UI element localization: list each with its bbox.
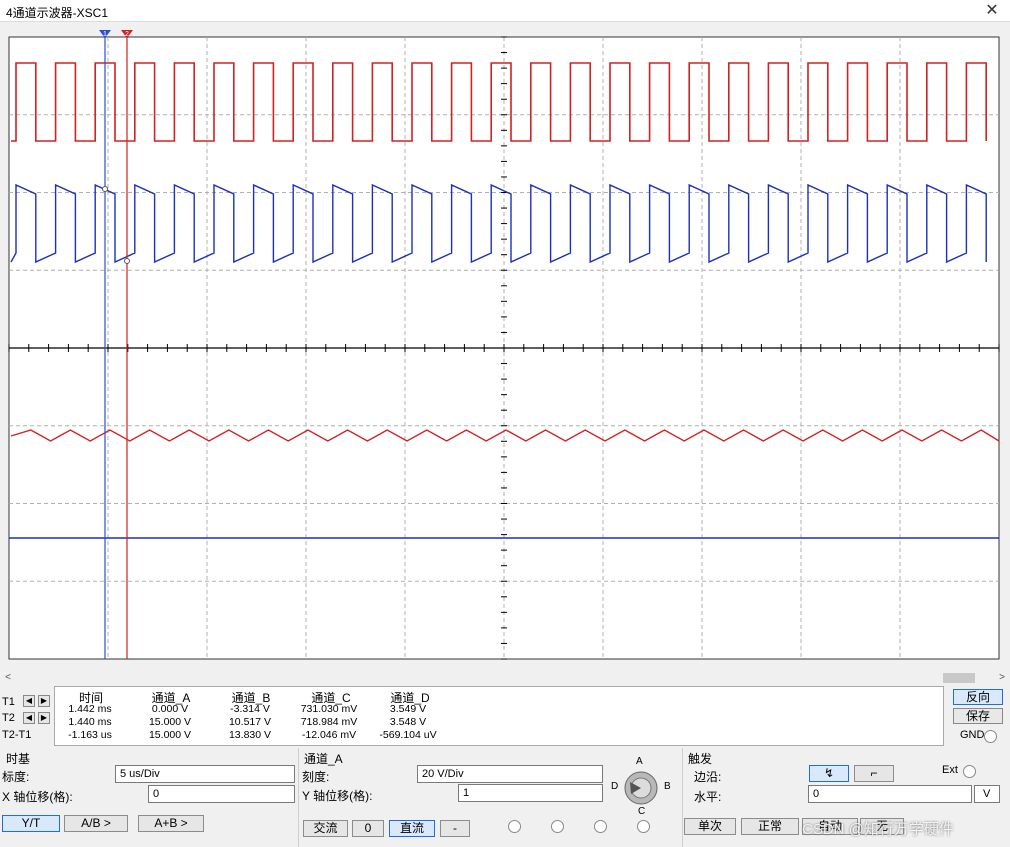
- ac-button[interactable]: 交流: [303, 820, 348, 837]
- channel-scale-label: 刻度:: [302, 770, 330, 784]
- y-position-field[interactable]: 1: [458, 784, 603, 802]
- scroll-left-icon[interactable]: <: [2, 672, 14, 684]
- channel-radio[interactable]: [594, 820, 607, 833]
- ext-radio[interactable]: [963, 765, 976, 778]
- trigger-panel: 触发 边沿: ↯ ⌐ Ext 水平: 0 V 单次 正常 自动 无 CSDN @…: [684, 748, 1010, 847]
- table-cell: 3.548 V: [389, 716, 427, 728]
- window-title: 4通道示波器-XSC1: [6, 6, 109, 20]
- edge-label: 边沿:: [694, 770, 722, 784]
- cursor-t1-label: 1: [103, 31, 107, 38]
- falling-edge-button[interactable]: ⌐: [854, 765, 894, 782]
- level-label: 水平:: [694, 790, 722, 804]
- channel-scale-field[interactable]: 20 V/Div: [417, 765, 603, 783]
- horizontal-scrollbar[interactable]: < >: [0, 672, 1010, 684]
- y-position-label: Y 轴位移(格):: [302, 789, 373, 803]
- table-cell: 0.000 V: [151, 703, 189, 715]
- row-label-t2: T2: [2, 712, 15, 724]
- title-bar: 4通道示波器-XSC1 ✕: [0, 0, 1010, 22]
- gnd-radio[interactable]: [984, 730, 997, 743]
- table-cell: 731.030 mV: [300, 703, 358, 715]
- table-cell: -12.046 mV: [301, 729, 357, 741]
- save-button[interactable]: 保存: [953, 708, 1003, 724]
- dc-button[interactable]: 直流: [389, 820, 435, 837]
- watermark: CSDN @知行万学硬件: [802, 821, 954, 838]
- rising-edge-button[interactable]: ↯: [809, 765, 849, 782]
- scope-screen: 12: [8, 30, 1000, 660]
- table-cell: -569.104 uV: [379, 729, 437, 741]
- timebase-title: 时基: [6, 752, 31, 766]
- scroll-right-icon[interactable]: >: [996, 672, 1008, 684]
- scope-display: 12: [6, 30, 1004, 666]
- table-cell: 1.442 ms: [68, 703, 112, 715]
- table-cell: 15.000 V: [148, 729, 192, 741]
- selector-label-c: C: [638, 806, 646, 817]
- table-cell: 718.984 mV: [300, 716, 358, 728]
- table-cell: 15.000 V: [148, 716, 192, 728]
- timebase-scale-label: 标度:: [2, 770, 30, 784]
- cursor-t1-point: [102, 186, 108, 192]
- row-label-t1: T1: [2, 696, 15, 708]
- t2-left-arrow-icon[interactable]: ◀: [23, 712, 35, 724]
- single-button[interactable]: 单次: [684, 818, 736, 835]
- yt-button[interactable]: Y/T: [2, 815, 60, 832]
- readout-table: 时间 通道_A 通道_B 通道_C 通道_D 1.442 ms 0.000 V …: [54, 686, 944, 746]
- timebase-scale-field[interactable]: 5 us/Div: [115, 765, 295, 783]
- ext-label: Ext: [942, 764, 958, 776]
- selector-label-a: A: [636, 756, 643, 767]
- channel-panel: 通道_A 刻度: 20 V/Div Y 轴位移(格): 1 交流 0 直流 - …: [300, 748, 682, 847]
- normal-button[interactable]: 正常: [741, 818, 799, 835]
- a-plus-b-button[interactable]: A+B >: [138, 815, 204, 832]
- selector-label-b: B: [664, 781, 671, 792]
- x-position-label: X 轴位移(格):: [2, 790, 73, 804]
- table-cell: 10.517 V: [228, 716, 272, 728]
- cursor-readout: T1 ◀ ▶ T2 ◀ ▶ T2-T1 时间 通道_A 通道_B 通道_C 通道…: [0, 686, 1010, 748]
- reverse-button[interactable]: 反向: [953, 689, 1003, 705]
- ab-button[interactable]: A/B >: [64, 815, 128, 832]
- gnd-label: GND: [960, 729, 985, 741]
- selector-label-d: D: [611, 781, 619, 792]
- t1-left-arrow-icon[interactable]: ◀: [23, 695, 35, 707]
- channel-radio[interactable]: [551, 820, 564, 833]
- table-cell: 3.549 V: [389, 703, 427, 715]
- minus-button[interactable]: -: [440, 820, 470, 837]
- t1-right-arrow-icon[interactable]: ▶: [38, 695, 50, 707]
- channel-radio[interactable]: [637, 820, 650, 833]
- channel-title: 通道_A: [304, 752, 343, 766]
- zero-button[interactable]: 0: [352, 820, 384, 837]
- level-unit[interactable]: V: [974, 785, 1000, 803]
- trigger-title: 触发: [688, 752, 713, 766]
- cursor-t2-label: 2: [125, 31, 129, 38]
- timebase-panel: 时基 标度: 5 us/Div X 轴位移(格): 0 Y/T A/B > A+…: [0, 748, 298, 847]
- row-label-t2-t1: T2-T1: [2, 729, 32, 741]
- panel-divider: [298, 748, 299, 847]
- table-cell: -3.314 V: [230, 703, 270, 715]
- scroll-thumb[interactable]: [943, 673, 975, 683]
- level-field[interactable]: 0: [808, 785, 972, 803]
- t2-right-arrow-icon[interactable]: ▶: [38, 712, 50, 724]
- cursor-t2-point: [124, 258, 130, 264]
- table-cell: -1.163 us: [68, 729, 112, 741]
- channel-radio[interactable]: [508, 820, 521, 833]
- table-cell: 13.830 V: [228, 729, 272, 741]
- table-cell: 1.440 ms: [68, 716, 112, 728]
- close-icon[interactable]: ✕: [980, 0, 1004, 22]
- panel-divider: [682, 748, 683, 847]
- x-position-field[interactable]: 0: [148, 785, 295, 803]
